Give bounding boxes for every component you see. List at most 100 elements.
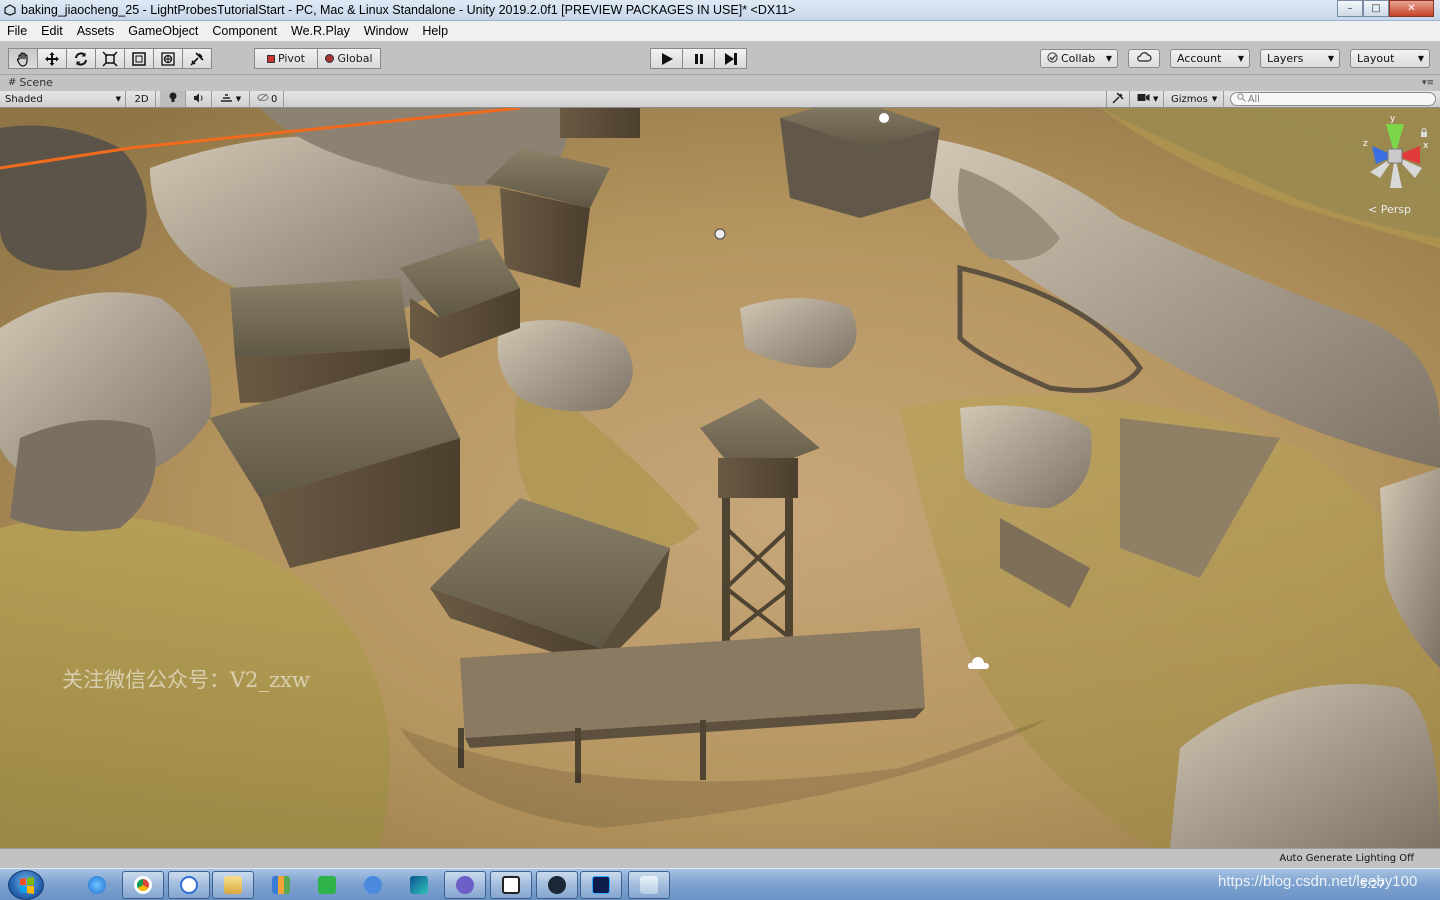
baidu-icon <box>180 876 198 894</box>
scale-icon <box>102 50 118 67</box>
lighting-toggle[interactable] <box>160 91 186 107</box>
caret-down-icon: ▼ <box>1327 54 1334 63</box>
tab-scene[interactable]: # Scene <box>8 76 53 89</box>
rect-tool-button[interactable] <box>124 48 154 69</box>
taskbar-steam[interactable] <box>536 871 578 899</box>
scene-tab-label: Scene <box>19 76 53 89</box>
scene-tab-row: # Scene ▾≡ <box>0 75 1440 91</box>
taskbar-explorer[interactable] <box>212 871 254 899</box>
caret-down-icon: ▼ <box>1211 95 1218 103</box>
main-toolbar: Pivot Global Collab ▼ Account ▼ Layers ▼… <box>0 41 1440 75</box>
menu-component[interactable]: Component <box>205 21 284 41</box>
pivot-toggle-group: Pivot Global <box>254 48 381 69</box>
pivot-button[interactable]: Pivot <box>254 48 318 69</box>
menu-assets[interactable]: Assets <box>70 21 122 41</box>
scene-toolbar: Shaded ▼ 2D ▼ 0 ▼ Gizmos ▼ All <box>0 91 1440 108</box>
grid-icon: # <box>8 77 17 88</box>
menu-werplay[interactable]: We.R.Play <box>284 21 357 41</box>
unity-icon <box>502 876 520 894</box>
transform-tool-button[interactable] <box>153 48 183 69</box>
title-bar: baking_jiaocheng_25 - LightProbesTutoria… <box>0 0 1440 21</box>
effects-dropdown[interactable]: ▼ <box>212 91 250 107</box>
pivot-label: Pivot <box>277 52 305 65</box>
sun-icon[interactable] <box>879 113 889 123</box>
ie-icon <box>88 876 106 894</box>
scene-tools-button[interactable] <box>1106 91 1130 107</box>
caret-down-icon: ▼ <box>1417 54 1424 63</box>
wps-icon <box>318 876 336 894</box>
global-button[interactable]: Global <box>317 48 381 69</box>
cloud-icon <box>1136 51 1152 66</box>
cloud-button[interactable] <box>1128 49 1160 68</box>
maximize-button[interactable]: □ <box>1363 0 1389 17</box>
scene-viewport[interactable]: y x z < Persp 关注微信公众号：V2_zxw <box>0 108 1440 848</box>
notepad-icon <box>640 876 658 894</box>
start-button[interactable] <box>8 870 44 900</box>
layout-dropdown[interactable]: Layout ▼ <box>1350 49 1430 68</box>
gizmos-dropdown[interactable]: Gizmos ▼ <box>1166 91 1224 107</box>
menu-file[interactable]: File <box>0 21 34 41</box>
step-button[interactable] <box>714 48 747 69</box>
play-controls <box>650 48 747 69</box>
pause-button[interactable] <box>682 48 715 69</box>
custom-tool-button[interactable] <box>182 48 212 69</box>
taskbar-wps[interactable] <box>306 871 348 899</box>
account-label: Account <box>1177 52 1222 65</box>
pivot-icon <box>266 54 275 63</box>
close-button[interactable]: ✕ <box>1389 0 1434 17</box>
panel-menu-icon[interactable]: ▾≡ <box>1422 78 1434 88</box>
account-dropdown[interactable]: Account ▼ <box>1170 49 1250 68</box>
camera-settings-dropdown[interactable]: ▼ <box>1132 91 1164 107</box>
play-icon <box>660 52 674 66</box>
mode-2d-toggle[interactable]: 2D <box>128 91 156 107</box>
collab-label: Collab <box>1061 52 1096 65</box>
window-controls: – □ ✕ <box>1337 0 1434 17</box>
taskbar-photoshop[interactable] <box>580 871 622 899</box>
taskbar-vs[interactable] <box>444 871 486 899</box>
taskbar-rider[interactable] <box>398 871 440 899</box>
taskbar-chart-app[interactable] <box>260 871 302 899</box>
persp-icon: < <box>1368 203 1378 216</box>
menu-edit[interactable]: Edit <box>34 21 70 41</box>
minimize-button[interactable]: – <box>1337 0 1363 17</box>
lightbulb-icon <box>168 92 178 106</box>
move-tool-button[interactable] <box>37 48 67 69</box>
caret-down-icon: ▼ <box>115 95 121 103</box>
transform-icon <box>160 51 176 67</box>
menu-window[interactable]: Window <box>357 21 415 41</box>
projection-toggle[interactable]: < Persp <box>1368 203 1411 216</box>
shading-mode-dropdown[interactable]: Shaded ▼ <box>0 91 126 107</box>
gizmo-center-cube[interactable] <box>1387 148 1403 164</box>
menu-bar: File Edit Assets GameObject Component We… <box>0 21 1440 41</box>
light-probe-icon[interactable] <box>714 228 726 240</box>
taskbar-ie[interactable] <box>76 871 118 899</box>
watermark-text: 关注微信公众号：V2_zxw <box>62 668 310 692</box>
taskbar-chrome[interactable] <box>122 871 164 899</box>
scene-search-input[interactable]: All <box>1230 92 1436 106</box>
rotate-tool-button[interactable] <box>66 48 96 69</box>
windows-logo-icon <box>20 877 34 894</box>
menu-gameobject[interactable]: GameObject <box>121 21 205 41</box>
clock[interactable]: 5:27 <box>1360 878 1385 891</box>
menu-help[interactable]: Help <box>415 21 455 41</box>
explorer-icon <box>224 876 242 894</box>
status-bar: Auto Generate Lighting Off <box>0 848 1440 868</box>
taskbar-unity[interactable] <box>490 871 532 899</box>
pause-icon <box>692 52 706 66</box>
hidden-objects-toggle[interactable]: 0 <box>252 91 284 107</box>
search-icon <box>1237 93 1246 105</box>
scale-tool-button[interactable] <box>95 48 125 69</box>
hand-tool-button[interactable] <box>8 48 38 69</box>
audio-toggle[interactable] <box>186 91 212 107</box>
layers-dropdown[interactable]: Layers ▼ <box>1260 49 1340 68</box>
lock-icon[interactable] <box>1420 122 1428 141</box>
layout-label: Layout <box>1357 52 1395 65</box>
check-circle-icon <box>1047 51 1058 66</box>
collab-dropdown[interactable]: Collab ▼ <box>1040 49 1118 68</box>
tray-overlay-url: https://blog.csdn.net/leeby100 <box>1218 873 1418 890</box>
taskbar-qq[interactable] <box>352 871 394 899</box>
play-button[interactable] <box>650 48 683 69</box>
taskbar-notepad[interactable] <box>628 871 670 899</box>
taskbar-baidu[interactable] <box>168 871 210 899</box>
window-title: baking_jiaocheng_25 - LightProbesTutoria… <box>21 3 796 17</box>
